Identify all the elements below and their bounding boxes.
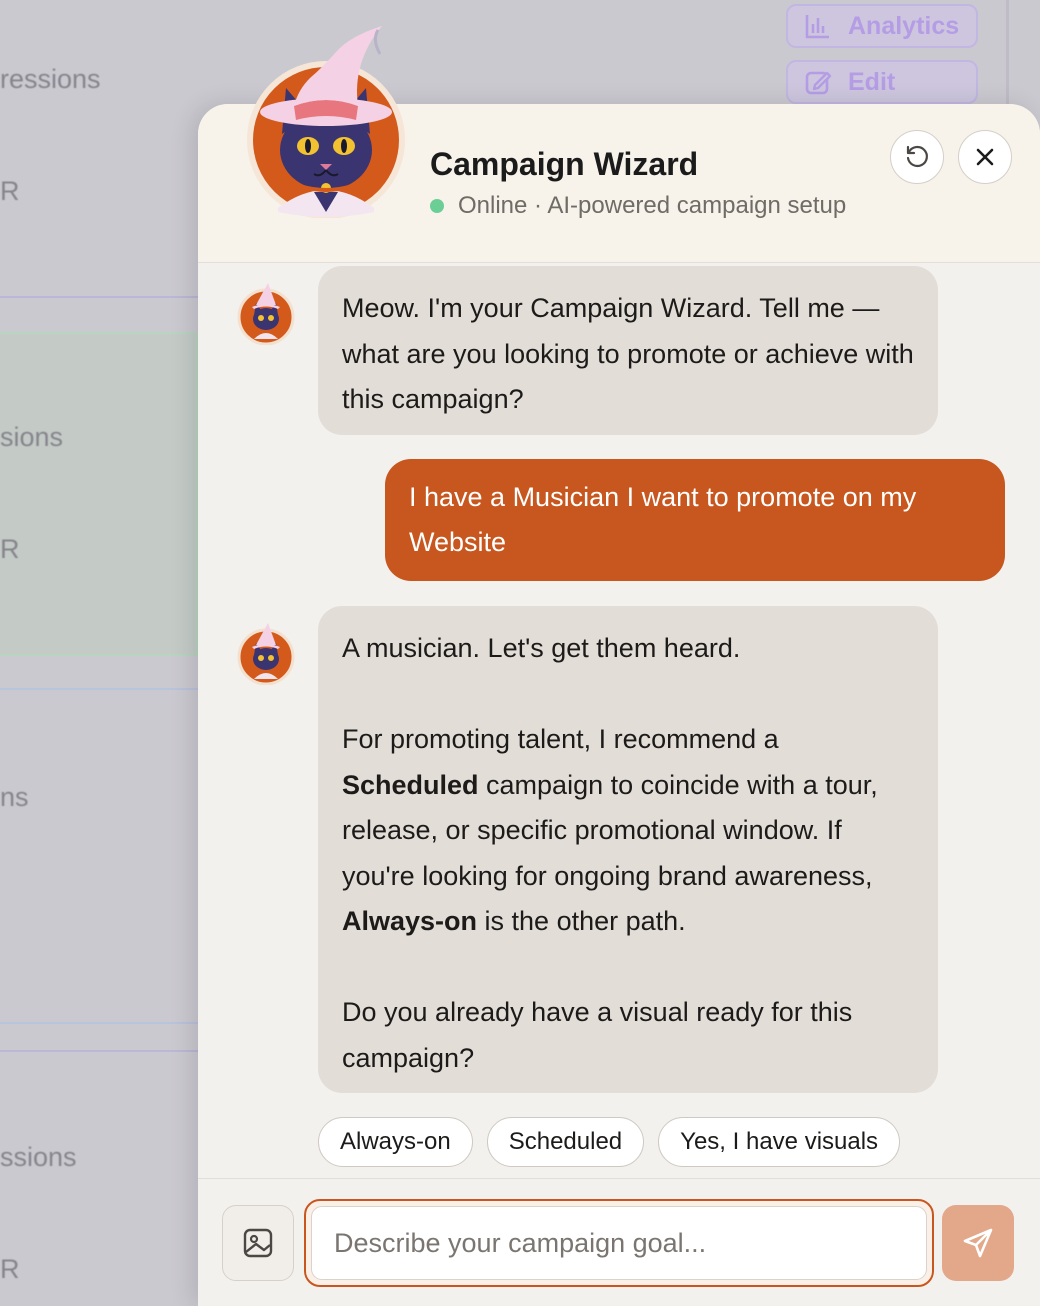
bar-chart-icon — [805, 15, 829, 39]
analytics-label: Analytics — [848, 11, 960, 40]
background-divider — [0, 1050, 200, 1052]
send-icon — [963, 1228, 993, 1258]
message-text: Meow. I'm your Campaign Wizard. Tell me … — [342, 293, 914, 414]
analytics-button[interactable]: Analytics — [786, 4, 978, 48]
message-text: Do you already have a visual ready for t… — [342, 997, 853, 1073]
background-text: ssions — [0, 1142, 77, 1172]
status-text: Online · AI-powered campaign setup — [458, 192, 847, 219]
message-input-wrapper — [304, 1199, 934, 1287]
wizard-cat-avatar — [237, 283, 295, 345]
message-input[interactable] — [311, 1206, 927, 1280]
background-text: ressions — [0, 64, 101, 94]
background-card — [0, 332, 198, 656]
background-card — [0, 688, 198, 1024]
composer — [198, 1178, 1040, 1306]
background-text: R — [0, 1254, 20, 1284]
online-dot-icon — [430, 199, 444, 213]
refresh-icon — [906, 145, 928, 168]
edit-icon — [805, 71, 832, 95]
edit-label: Edit — [848, 67, 896, 96]
background-text: sions — [0, 422, 64, 452]
close-button[interactable] — [958, 130, 1012, 184]
send-button[interactable] — [942, 1205, 1014, 1281]
emphasis-scheduled: Scheduled — [342, 769, 479, 800]
reset-chat-button[interactable] — [890, 130, 944, 184]
attach-image-button[interactable] — [222, 1205, 294, 1281]
background-text: ns — [0, 782, 29, 812]
wizard-cat-avatar — [237, 623, 295, 685]
quick-reply-scheduled[interactable]: Scheduled — [486, 1117, 645, 1167]
assistant-message: Meow. I'm your Campaign Wizard. Tell me … — [318, 266, 938, 435]
edit-button[interactable]: Edit — [786, 60, 978, 104]
campaign-wizard-panel: Campaign Wizard Online · AI-powered camp… — [198, 104, 1040, 1306]
wizard-cat-logo — [247, 26, 405, 218]
close-icon — [976, 148, 994, 166]
message-text: I have a Musician I want to promote on m… — [409, 482, 917, 557]
assistant-message: A musician. Let's get them heard. For pr… — [318, 606, 938, 1093]
image-icon — [243, 1228, 273, 1258]
message-list: Meow. I'm your Campaign Wizard. Tell me … — [198, 263, 1040, 1178]
quick-reply-always-on[interactable]: Always-on — [318, 1117, 473, 1167]
online-status: Online · AI-powered campaign setup — [430, 192, 846, 220]
background-divider — [0, 296, 200, 298]
user-message: I have a Musician I want to promote on m… — [385, 459, 1005, 581]
chat-title: Campaign Wizard — [430, 146, 699, 182]
quick-reply-have-visuals[interactable]: Yes, I have visuals — [658, 1117, 901, 1167]
message-text: A musician. Let's get them heard. — [342, 633, 741, 663]
message-text: For promoting talent, I recommend a Sche… — [342, 724, 878, 936]
background-text: R — [0, 534, 20, 564]
quick-replies: Always-on Scheduled Yes, I have visuals — [318, 1117, 901, 1167]
background-text: R — [0, 176, 20, 206]
emphasis-always-on: Always-on — [342, 906, 478, 936]
